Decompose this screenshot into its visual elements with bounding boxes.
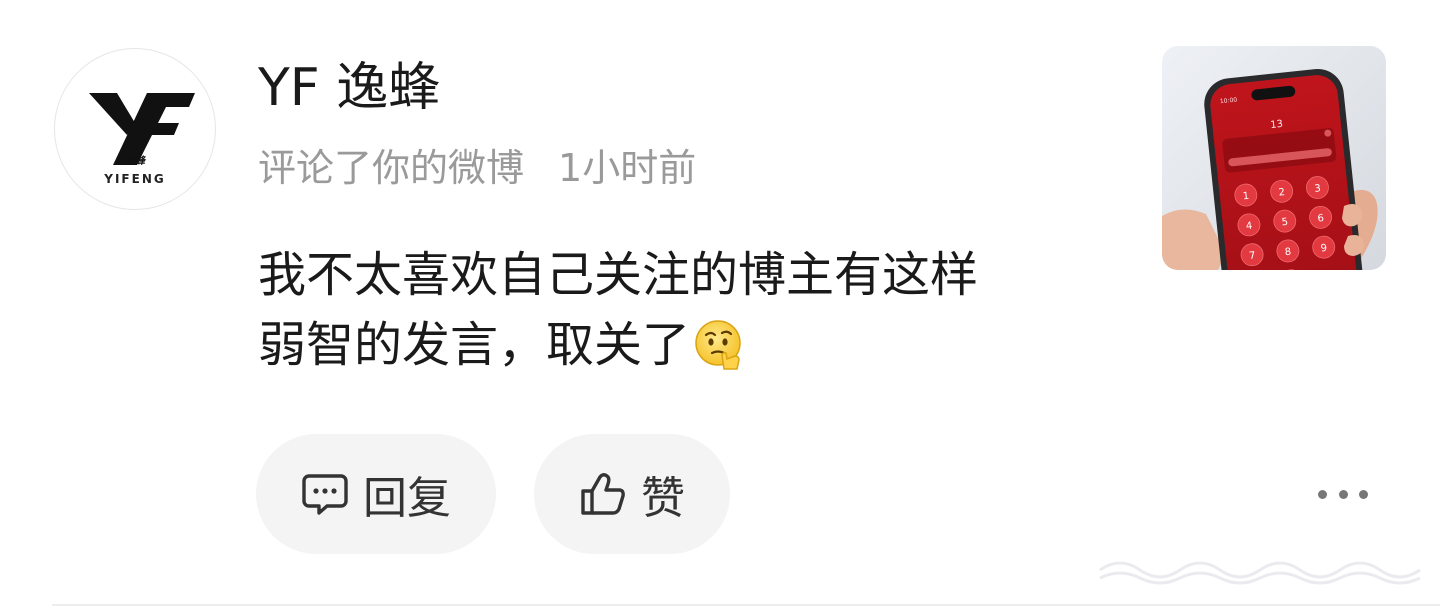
key: 1 bbox=[1242, 191, 1249, 203]
logo-small-text: 逸蜂 bbox=[125, 155, 147, 167]
yifeng-logo-icon: 逸蜂 bbox=[89, 93, 195, 167]
key: 8 bbox=[1284, 247, 1291, 259]
key: 7 bbox=[1249, 250, 1256, 262]
timestamp: 1小时前 bbox=[558, 146, 697, 190]
key: 3 bbox=[1314, 183, 1321, 195]
post-thumbnail[interactable]: 10:00 13 1 2 3 4 5 6 7 8 9 bbox=[1162, 46, 1386, 270]
like-label: 赞 bbox=[641, 473, 685, 524]
comment-line-2-text: 弱智的发言，取关了 bbox=[258, 317, 691, 373]
reply-button[interactable]: 回复 bbox=[256, 434, 496, 554]
phone-photo: 10:00 13 1 2 3 4 5 6 7 8 9 bbox=[1162, 46, 1386, 270]
key: 2 bbox=[1278, 187, 1285, 199]
bottom-divider bbox=[52, 604, 1440, 606]
key: 6 bbox=[1317, 213, 1324, 225]
key: 4 bbox=[1245, 221, 1252, 233]
thumbs-up-icon bbox=[581, 473, 625, 515]
key: 9 bbox=[1320, 243, 1327, 255]
more-options-button[interactable] bbox=[1318, 480, 1368, 508]
more-dot bbox=[1318, 489, 1327, 499]
post-meta: 评论了你的微博 1小时前 bbox=[258, 140, 696, 196]
comment-line-2: 弱智的发言，取关了 bbox=[258, 310, 1118, 380]
author-name[interactable]: YF 逸蜂 bbox=[258, 56, 440, 120]
weibo-watermark bbox=[1099, 561, 1421, 585]
thinking-face-emoji bbox=[695, 320, 741, 370]
more-dot bbox=[1359, 489, 1368, 499]
avatar-caption: YIFENG bbox=[104, 172, 166, 186]
attempt-count: 13 bbox=[1270, 119, 1284, 131]
comment-text: 我不太喜欢自己关注的博主有这样 弱智的发言，取关了 bbox=[258, 240, 1118, 380]
key: 5 bbox=[1281, 217, 1288, 229]
comment-bubble-icon bbox=[302, 474, 348, 515]
more-dot bbox=[1338, 489, 1348, 499]
reply-label: 回复 bbox=[363, 473, 451, 524]
like-button[interactable]: 赞 bbox=[534, 434, 730, 554]
comment-line-1: 我不太喜欢自己关注的博主有这样 bbox=[258, 247, 979, 303]
action-text: 评论了你的微博 bbox=[258, 146, 525, 190]
avatar[interactable]: 逸蜂 YIFENG bbox=[54, 48, 216, 210]
